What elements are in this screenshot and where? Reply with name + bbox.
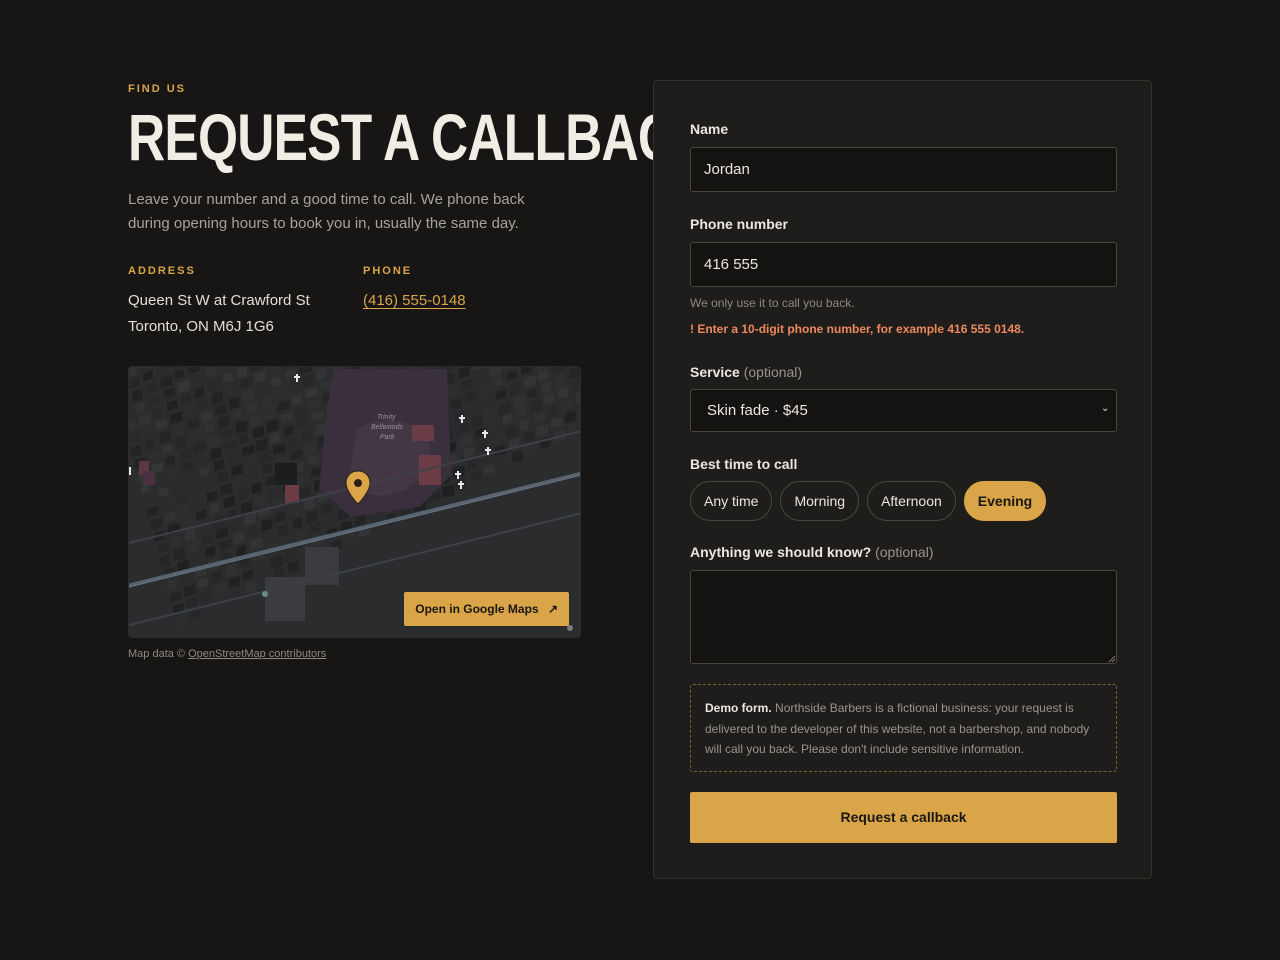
map-credit-prefix: Map data ©: [128, 648, 186, 660]
request-callback-button[interactable]: Request a callback: [690, 792, 1117, 843]
phone-hint: We only use it to call you back.: [690, 296, 855, 310]
intro-lead: Leave your number and a good time to cal…: [128, 191, 525, 232]
service-label: Service (optional): [690, 364, 802, 380]
time-option-evening[interactable]: Evening: [963, 481, 1047, 521]
notes-label-text: Anything we should know?: [690, 544, 872, 560]
contact-details: ADDRESS Queen St W at Crawford St Toront…: [128, 265, 588, 340]
best-time-options: Any time Morning Afternoon Evening: [690, 481, 1054, 521]
callback-form: Name Jordan Phone number 416 555 We only…: [653, 80, 1152, 879]
service-optional-text: (optional): [743, 364, 803, 380]
textarea-resize-handle-icon[interactable]: [1108, 655, 1116, 663]
notes-optional-text: (optional): [875, 544, 934, 560]
address-value: Queen St W at Crawford St Toronto, ON M6…: [128, 288, 363, 340]
service-select[interactable]: Skin fade · $45 ⌄: [690, 389, 1117, 432]
phone-link[interactable]: (416) 555-0148: [363, 292, 466, 309]
eyebrow-find-us: FIND US: [128, 83, 186, 95]
osm-credit-link[interactable]: OpenStreetMap contributors: [188, 648, 326, 660]
phone-error: ! Enter a 10-digit phone number, for exa…: [690, 322, 1025, 336]
park-label-3: Park: [380, 434, 395, 441]
map-credit: Map data © OpenStreetMap contributors: [128, 648, 326, 660]
external-link-arrow-icon: ↗: [547, 602, 558, 616]
phone-label: PHONE: [363, 265, 413, 277]
phone-number-input[interactable]: 416 555: [690, 242, 1117, 287]
time-option-any-time[interactable]: Any time: [690, 481, 773, 521]
demo-notice: Demo form. Northside Barbers is a fictio…: [690, 684, 1117, 772]
demo-notice-title: Demo form.: [705, 701, 772, 715]
name-label: Name: [690, 121, 729, 137]
address-label: ADDRESS: [128, 265, 196, 277]
notes-label: Anything we should know? (optional): [690, 544, 933, 560]
page-title: REQUEST A CALLBACK: [128, 100, 712, 174]
time-option-afternoon[interactable]: Afternoon: [867, 481, 956, 521]
time-option-morning[interactable]: Morning: [780, 481, 860, 521]
chevron-down-icon: ⌄: [1101, 403, 1110, 414]
intro-section: FIND US REQUEST A CALLBACK Leave your nu…: [128, 80, 712, 340]
best-time-label: Best time to call: [690, 456, 798, 472]
open-in-google-maps-button[interactable]: Open in Google Maps ↗: [404, 592, 569, 626]
park-label-1: Trinity: [377, 414, 396, 421]
open-in-google-maps-label: Open in Google Maps: [415, 602, 539, 616]
phone-block: PHONE (416) 555-0148: [363, 265, 466, 340]
service-select-value: Skin fade · $45: [707, 402, 808, 419]
name-input[interactable]: Jordan: [690, 147, 1117, 192]
park-label-2: Bellwoods: [371, 424, 403, 431]
address-block: ADDRESS Queen St W at Crawford St Toront…: [128, 265, 363, 340]
address-line-1: Queen St W at Crawford St: [128, 292, 310, 309]
map-embed[interactable]: Trinity Bellwoods Park Open in Google Ma…: [128, 366, 581, 638]
service-label-text: Service: [690, 364, 740, 380]
phone-number-label: Phone number: [690, 216, 789, 232]
notes-textarea[interactable]: [690, 570, 1117, 664]
address-line-2: Toronto, ON M6J 1G6: [128, 318, 274, 335]
